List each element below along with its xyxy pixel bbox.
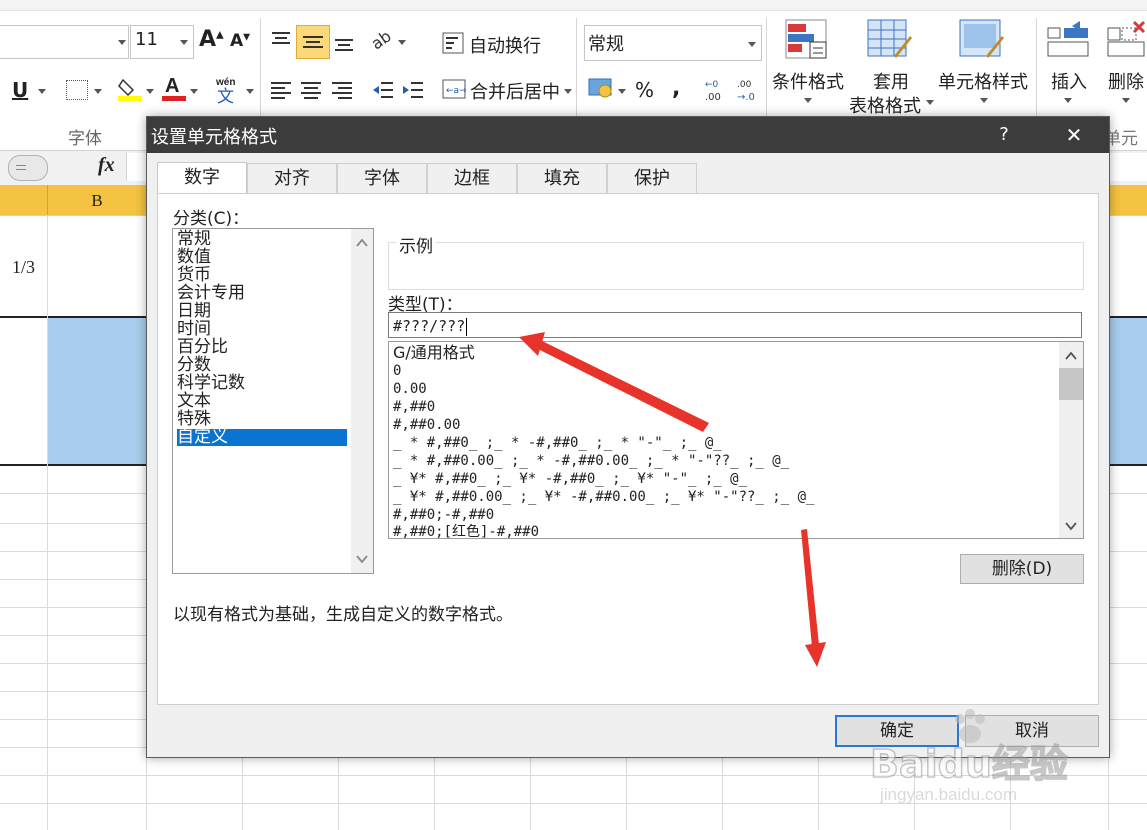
watermark: Baidu经验 jingyan.baidu.com: [868, 705, 1128, 815]
arrow-to-type-input: [519, 332, 709, 432]
arrow-to-ok-button: [801, 529, 826, 667]
watermark-brand: Baidu经验: [869, 741, 1068, 787]
watermark-url: jingyan.baidu.com: [880, 785, 1018, 804]
